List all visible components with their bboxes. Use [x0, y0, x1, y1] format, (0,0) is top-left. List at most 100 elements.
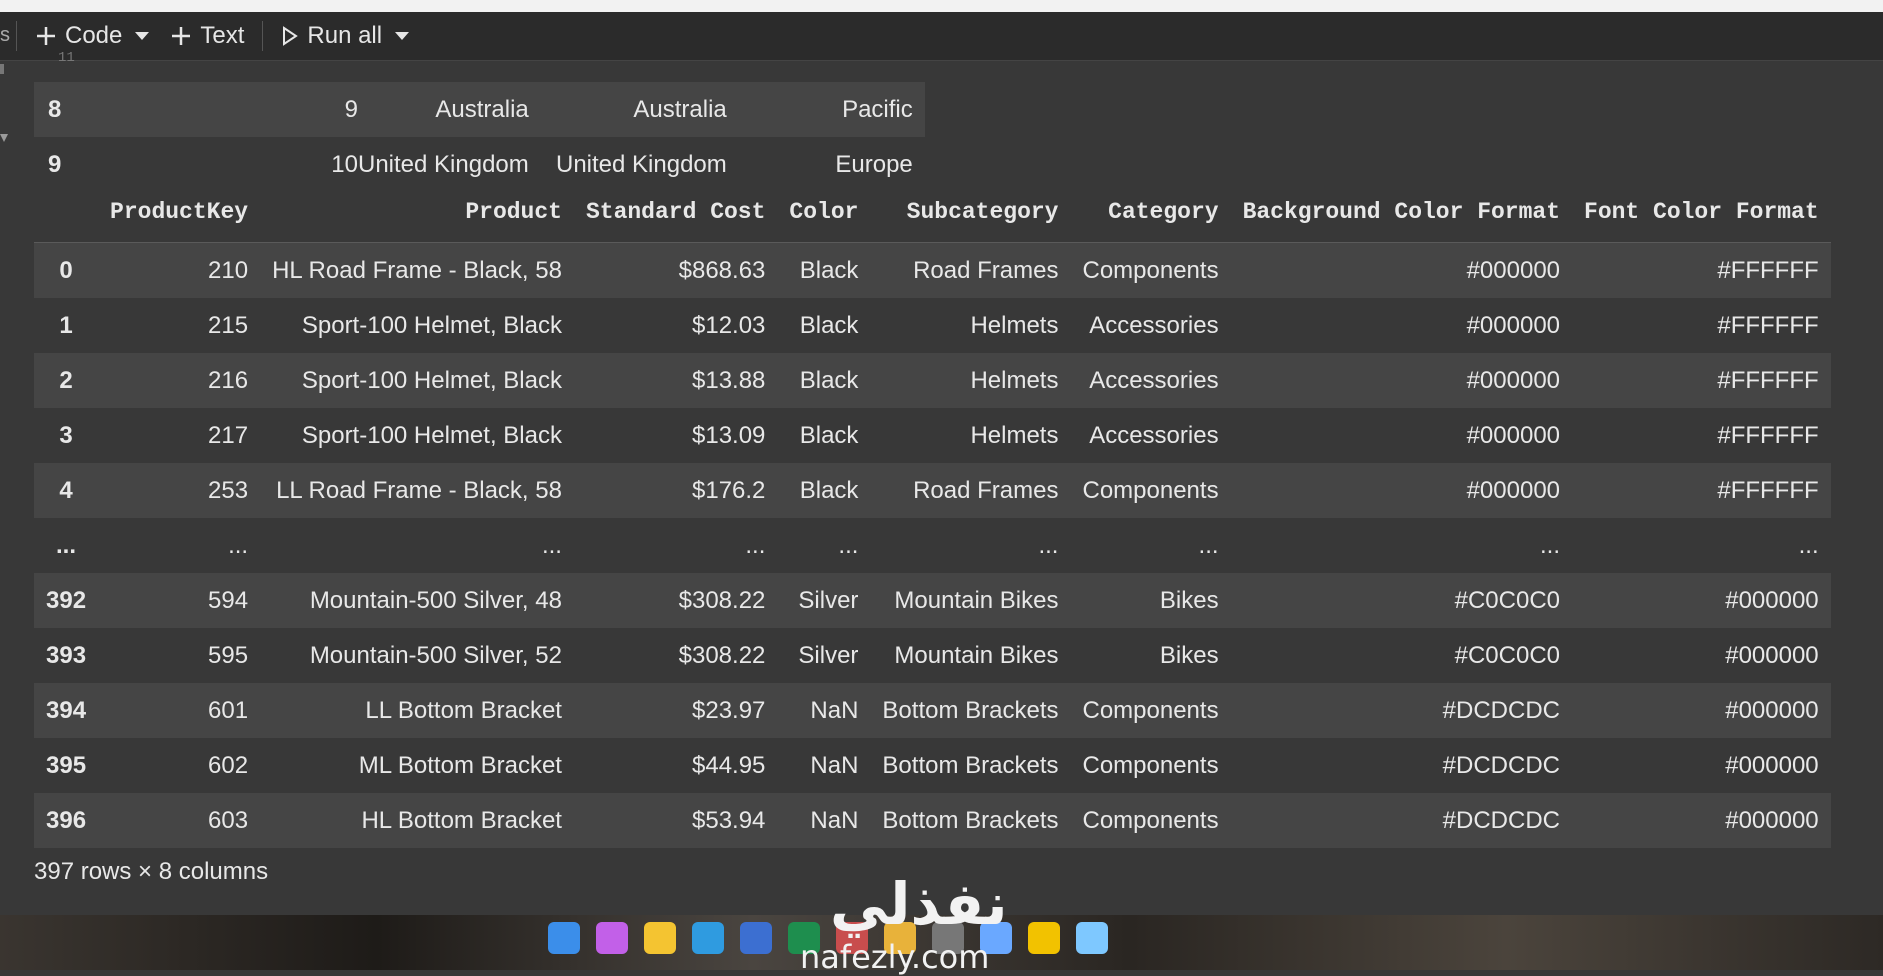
- code-dropdown-caret[interactable]: [128, 16, 156, 56]
- table-cell: 594: [98, 573, 261, 628]
- table-cell: ...: [1198, 531, 1219, 559]
- windows-start-icon[interactable]: [548, 922, 580, 954]
- table-cell: #000000: [1230, 463, 1573, 518]
- table-row: ...........................: [34, 518, 1831, 573]
- table-cell: #000000: [1572, 573, 1831, 628]
- table-cell: $53.94: [573, 793, 778, 848]
- powerbi-icon[interactable]: [1028, 922, 1060, 954]
- table-cell: #FFFFFF: [1572, 242, 1831, 298]
- table-cell: Black: [799, 421, 859, 449]
- table-cell: ...: [228, 531, 249, 559]
- table-cell: Mountain Bikes: [894, 641, 1059, 669]
- row-index: 1: [59, 311, 73, 339]
- add-text-button[interactable]: Text: [164, 16, 250, 56]
- table-cell: #000000: [1466, 421, 1561, 449]
- row-index: 395: [46, 751, 87, 779]
- store-icon[interactable]: [740, 922, 772, 954]
- table-cell: #000000: [1725, 641, 1819, 669]
- table-cell: $176.2: [573, 463, 778, 518]
- table-cell: $44.95: [692, 751, 766, 779]
- file-explorer-icon[interactable]: [644, 922, 676, 954]
- notebook-toolbar: s Code Text Run all: [0, 12, 1883, 61]
- row-index: 3: [59, 421, 73, 449]
- table-cell: Black: [777, 463, 871, 518]
- run-all-dropdown-caret[interactable]: [388, 16, 416, 56]
- table-cell: #000000: [1572, 793, 1831, 848]
- cell-left-marker: [0, 64, 4, 74]
- table-cell: 210: [98, 242, 261, 298]
- previous-output-table: 8 9 Australia Australia Pacific 9 10 Uni…: [34, 82, 925, 192]
- table-row: 0 210 HL Road Frame - Black, 58 $868.63 Blac…: [34, 242, 1831, 298]
- table-cell: #FFFFFF: [1717, 421, 1819, 449]
- table-cell: ...: [745, 531, 766, 559]
- table-cell: ...: [1038, 531, 1059, 559]
- table-cell: 602: [208, 751, 249, 779]
- add-code-label: Code: [65, 22, 123, 49]
- table-cell: Black: [799, 311, 859, 339]
- row-index: 0: [34, 242, 99, 298]
- copilot-icon[interactable]: [596, 922, 628, 954]
- column-header: Background Color Format: [1230, 182, 1573, 243]
- table-cell: Accessories: [1089, 311, 1219, 339]
- table-cell: 217: [208, 421, 249, 449]
- column-header: ProductKey: [98, 182, 261, 243]
- row-index: 394: [34, 683, 99, 738]
- column-header: Color: [777, 182, 871, 243]
- table-cell: Mountain Bikes: [870, 573, 1071, 628]
- add-code-button[interactable]: Code: [29, 16, 128, 56]
- edge-icon[interactable]: [692, 922, 724, 954]
- table-cell: $868.63: [573, 242, 778, 298]
- column-header: Subcategory: [870, 182, 1071, 243]
- table-cell: Silver: [777, 573, 871, 628]
- table-cell: #C0C0C0: [1454, 641, 1561, 669]
- table-cell: Mountain-500 Silver, 52: [309, 641, 562, 669]
- row-index: 396: [34, 793, 99, 848]
- table-row: 1 215 Sport-100 Helmet, Black $12.03 Black He…: [34, 298, 1831, 353]
- collapse-arrow-icon[interactable]: [0, 134, 10, 146]
- row-index: 4: [34, 463, 99, 518]
- table-cell: Components: [1070, 242, 1231, 298]
- run-all-button[interactable]: Run all: [275, 16, 388, 56]
- table-cell: $23.97: [573, 683, 778, 738]
- caret-down-icon: [135, 32, 150, 40]
- table-row: 4 253 LL Road Frame - Black, 58 $176.2 Black…: [34, 463, 1831, 518]
- toolbar-separator: [262, 21, 264, 51]
- table-cell: Pacific: [726, 82, 925, 137]
- table-cell: LL Road Frame - Black, 58: [260, 463, 574, 518]
- table-cell: Road Frames: [870, 242, 1071, 298]
- table-row: 2 216 Sport-100 Helmet, Black $13.88 Black He…: [34, 353, 1831, 408]
- plus-icon: [37, 27, 55, 45]
- table-cell: ...: [541, 531, 562, 559]
- table-cell: Helmets: [870, 353, 1071, 408]
- table-cell: NaN: [810, 751, 859, 779]
- watermark-arabic: نفذلي: [830, 870, 1008, 938]
- table-cell: #FFFFFF: [1572, 353, 1831, 408]
- table-row: 396 603 HL Bottom Bracket $53.94 NaN Bottom B…: [34, 793, 1831, 848]
- table-cell: Bottom Brackets: [882, 751, 1059, 779]
- table-cell: 601: [98, 683, 261, 738]
- table-cell: NaN: [777, 683, 871, 738]
- table-cell: Bikes: [1159, 641, 1219, 669]
- table-cell: HL Bottom Bracket: [260, 793, 574, 848]
- table-cell: ...: [1540, 531, 1561, 559]
- row-index: 393: [46, 641, 87, 669]
- table-cell: Australia: [358, 82, 529, 137]
- table-cell: NaN: [777, 793, 871, 848]
- index-header: [34, 182, 99, 243]
- cell-execution-number: 11: [58, 50, 75, 66]
- table-cell: $308.22: [678, 641, 766, 669]
- snowflake-icon[interactable]: [1076, 922, 1108, 954]
- column-header: Category: [1070, 182, 1231, 243]
- plus-icon: [172, 27, 191, 45]
- table-cell: 253: [98, 463, 261, 518]
- run-all-label: Run all: [307, 22, 383, 49]
- table-cell: #000000: [1572, 683, 1831, 738]
- table-cell: #DCDCDC: [1442, 751, 1561, 779]
- dataframe-table: ProductKey Product Standard Cost Color S…: [34, 182, 1831, 848]
- table-cell: $308.22: [573, 573, 778, 628]
- window-top-strip: [0, 0, 1883, 12]
- table-cell: ...: [1798, 531, 1819, 559]
- caret-down-icon: [395, 32, 410, 40]
- table-cell: Components: [1070, 463, 1231, 518]
- table-cell: Sport-100 Helmet, Black: [260, 353, 574, 408]
